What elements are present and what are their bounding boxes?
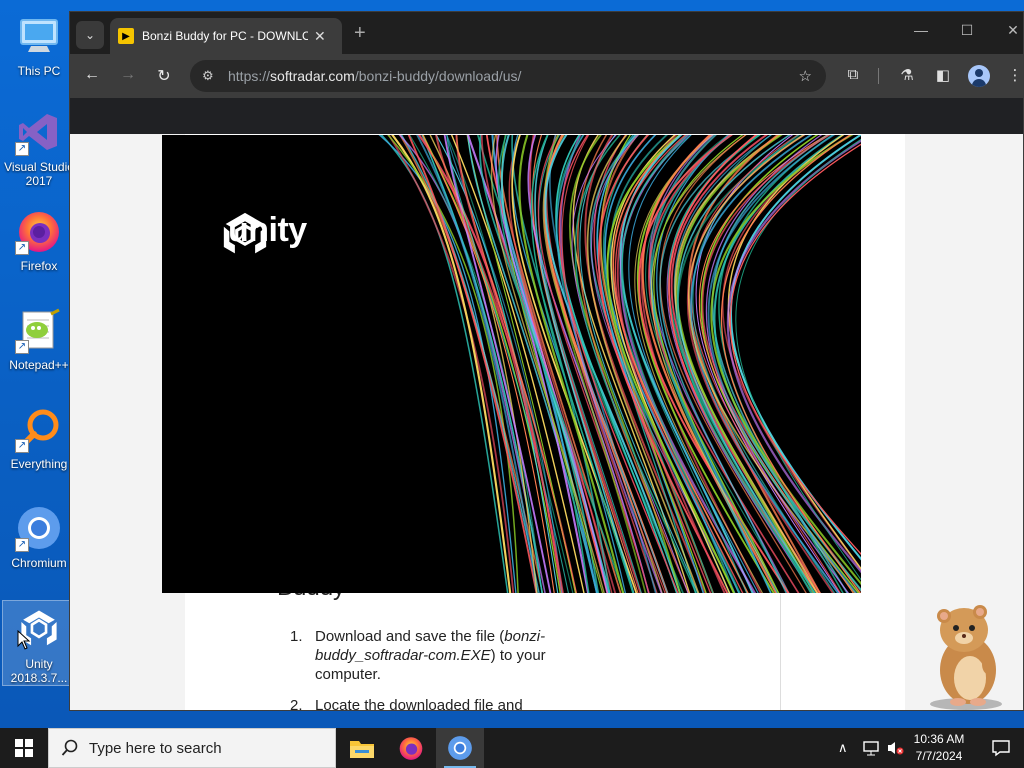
desktop-icon-label: Everything	[10, 457, 68, 471]
taskbar-file-explorer[interactable]	[338, 728, 386, 768]
system-clock[interactable]: 10:36 AM 7/7/2024	[900, 731, 978, 765]
desktop-icon-chromium[interactable]: ↗ Chromium	[2, 500, 76, 590]
profile-avatar[interactable]	[968, 65, 990, 87]
list-item: 1. Download and save the file (bonzi-bud…	[290, 628, 546, 683]
tab-strip: ⌄ ▶ Bonzi Buddy for PC - DOWNLOAD ✕ + — …	[70, 12, 1023, 54]
desktop-icon-label: Unity 2018.3.7...	[10, 657, 68, 685]
side-panel-icon[interactable]: ◧	[932, 66, 954, 84]
desktop-icon-label: Notepad++	[9, 358, 69, 372]
visual-studio-icon: ↗	[15, 108, 63, 156]
menu-kebab-icon[interactable]: ⋮	[1004, 66, 1024, 84]
back-button[interactable]: ←	[82, 66, 102, 84]
column-divider	[780, 594, 781, 710]
browser-toolbar: ← → ↻ ⚙ https://softradar.com/bonzi-budd…	[70, 54, 1023, 98]
notification-center-button[interactable]	[978, 728, 1024, 768]
close-icon[interactable]: ✕	[314, 28, 326, 45]
extensions-icon[interactable]: ⧉	[842, 66, 864, 83]
shortcut-arrow-icon: ↗	[15, 340, 29, 354]
everything-search-icon: ↗	[15, 405, 63, 453]
forward-button[interactable]: →	[118, 66, 138, 84]
install-steps: 1. Download and save the file (bonzi-bud…	[290, 627, 580, 710]
address-bar[interactable]: ⚙ https://softradar.com/bonzi-buddy/down…	[190, 60, 826, 92]
labs-flask-icon[interactable]: ⚗	[896, 66, 918, 84]
taskbar-chromium[interactable]	[436, 728, 484, 768]
shortcut-arrow-icon: ↗	[15, 142, 29, 156]
chevron-down-icon: ⌄	[84, 28, 96, 42]
clock-time: 10:36 AM	[913, 732, 965, 746]
unity-logo: unity	[222, 211, 307, 254]
unity-logo-icon	[223, 212, 267, 254]
notification-icon	[992, 740, 1010, 757]
list-item: 2. Locate the downloaded file and	[290, 697, 523, 710]
file-explorer-icon	[350, 741, 374, 758]
desktop-icon-firefox[interactable]: ↗ Firefox	[2, 203, 76, 293]
site-info-icon[interactable]: ⚙	[202, 68, 222, 84]
firefox-icon: ↗	[15, 207, 63, 255]
desktop-icon-label: This PC	[17, 64, 61, 78]
splash-fiber-artwork	[378, 135, 861, 593]
maximize-button[interactable]: ☐	[952, 22, 982, 39]
search-icon	[61, 739, 78, 756]
search-placeholder: Type here to search	[89, 739, 222, 757]
desktop-icon-notepadpp[interactable]: ↗ Notepad++	[2, 302, 76, 392]
clock-date: 7/7/2024	[915, 749, 963, 763]
hamster-mascot[interactable]	[920, 600, 1010, 712]
reload-button[interactable]: ↻	[154, 66, 174, 86]
start-button[interactable]	[0, 728, 48, 768]
chromium-icon: ↗	[15, 504, 63, 552]
chromium-icon	[448, 736, 472, 760]
desktop-icon-everything[interactable]: ↗ Everything	[2, 401, 76, 491]
unity-splash-screen: unity	[162, 135, 861, 593]
notepadpp-icon: ↗	[15, 306, 63, 354]
desktop-icon-label: Chromium	[11, 556, 67, 570]
toolbar-separator	[878, 68, 879, 84]
shortcut-arrow-icon: ↗	[15, 241, 29, 255]
taskbar: Type here to search ∧ 10:36 AM 7/7/2024	[0, 728, 1024, 768]
mouse-cursor-icon	[17, 630, 31, 650]
desktop-icon-label: Firefox	[20, 259, 58, 273]
desktop-icon-label: Visual Studio 2017	[4, 160, 74, 188]
new-tab-button[interactable]: +	[354, 22, 366, 45]
shortcut-arrow-icon: ↗	[15, 439, 29, 453]
url-text: https://softradar.com/bonzi-buddy/downlo…	[228, 68, 522, 84]
info-bar	[70, 98, 1023, 134]
shortcut-arrow-icon: ↗	[15, 538, 29, 552]
desktop-icon-visual-studio[interactable]: ↗ Visual Studio 2017	[2, 104, 76, 194]
desktop-icon-unity[interactable]: Unity 2018.3.7...	[2, 600, 76, 686]
minimize-button[interactable]: —	[906, 22, 936, 38]
network-icon[interactable]	[862, 728, 880, 768]
windows-logo-icon	[15, 739, 33, 757]
tab-search-button[interactable]: ⌄	[76, 21, 104, 49]
tab-title: Bonzi Buddy for PC - DOWNLOAD	[142, 29, 308, 43]
taskbar-firefox[interactable]	[387, 728, 435, 768]
close-window-button[interactable]: ✕	[998, 22, 1024, 39]
tab-active[interactable]: ▶ Bonzi Buddy for PC - DOWNLOAD ✕	[110, 18, 342, 54]
firefox-icon	[399, 737, 423, 760]
taskbar-search-input[interactable]: Type here to search	[48, 728, 336, 768]
tray-overflow-button[interactable]: ∧	[838, 728, 848, 768]
this-pc-icon	[15, 12, 63, 60]
chevron-up-icon: ∧	[838, 740, 848, 755]
softradar-favicon: ▶	[118, 28, 134, 44]
bookmark-star-icon[interactable]: ☆	[799, 67, 812, 85]
desktop-icon-this-pc[interactable]: This PC	[2, 8, 76, 98]
